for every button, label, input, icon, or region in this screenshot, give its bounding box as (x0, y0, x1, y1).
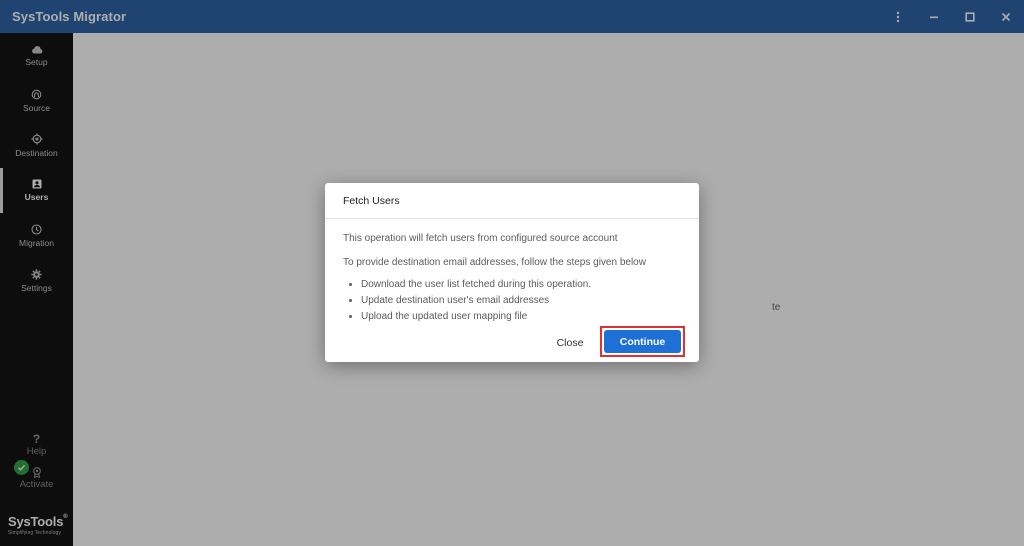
close-button[interactable]: Close (549, 333, 591, 353)
continue-highlight: Continue (600, 326, 685, 357)
list-item: Download the user list fetched during th… (361, 277, 681, 293)
list-item: Update destination user's email addresse… (361, 293, 681, 309)
dialog-title: Fetch Users (343, 194, 400, 207)
list-item: Upload the updated user mapping file (361, 309, 681, 325)
steps-list: Download the user list fetched during th… (343, 277, 681, 325)
dialog-footer: Close Continue (325, 326, 699, 357)
fetch-users-dialog: Fetch Users This operation will fetch us… (325, 183, 699, 362)
continue-button[interactable]: Continue (604, 330, 681, 353)
dialog-instructions: To provide destination email addresses, … (343, 257, 646, 268)
dialog-message: This operation will fetch users from con… (343, 233, 618, 244)
dialog-body: This operation will fetch users from con… (325, 219, 699, 325)
dialog-header: Fetch Users (325, 183, 699, 219)
